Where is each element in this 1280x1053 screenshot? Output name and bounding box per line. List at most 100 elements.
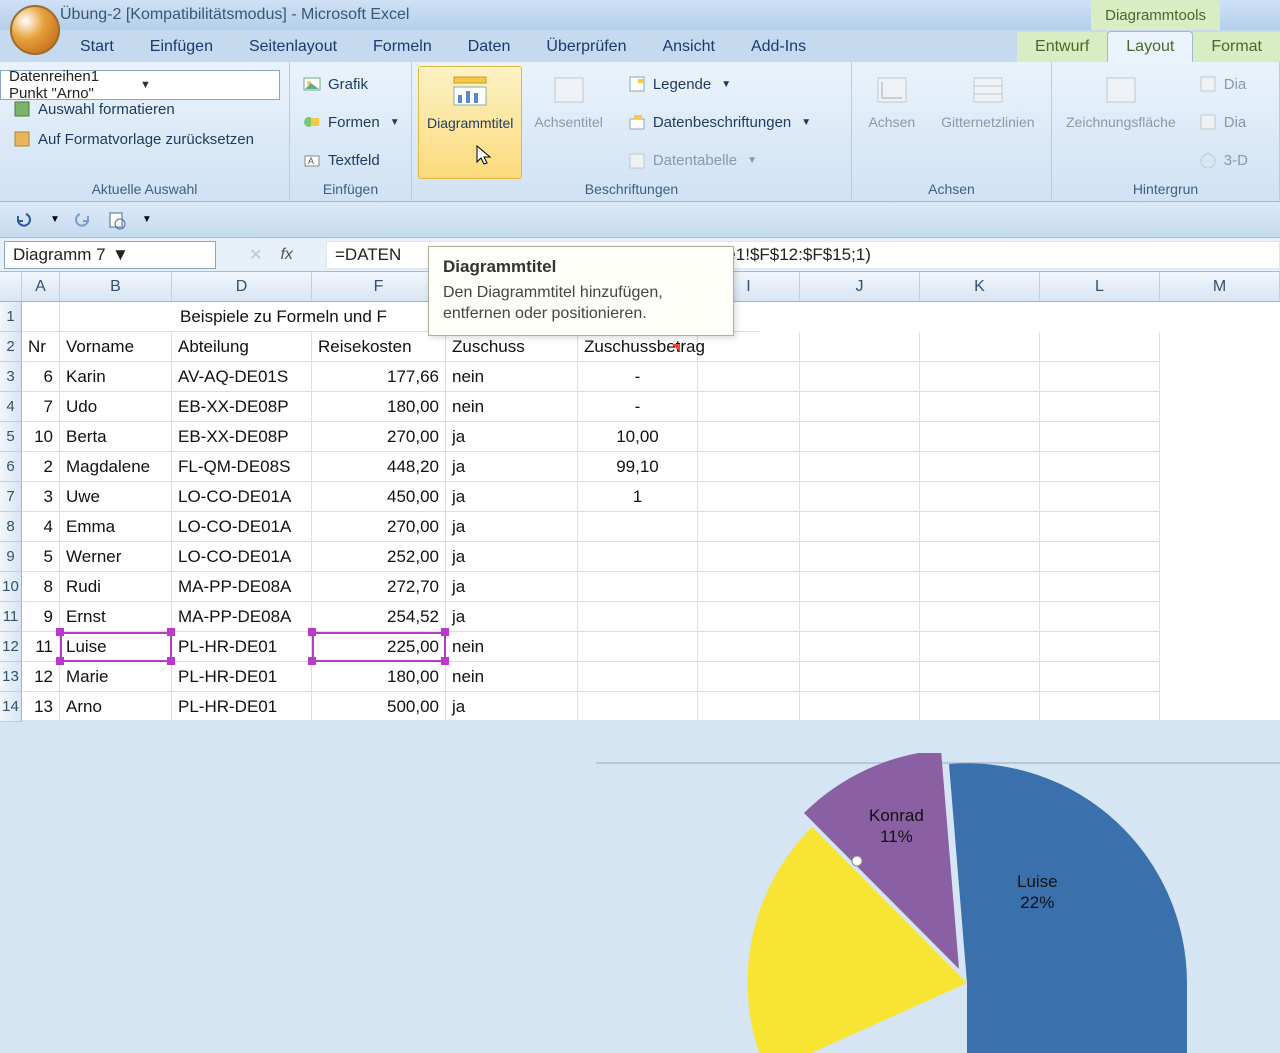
cell[interactable]: 270,00 <box>312 422 446 452</box>
cell[interactable] <box>1040 452 1160 482</box>
cell[interactable]: 1 <box>578 482 698 512</box>
chart-title-button[interactable]: Diagrammtitel <box>418 66 522 179</box>
row-header[interactable]: 6 <box>0 452 22 482</box>
cell[interactable]: Arno <box>60 692 172 722</box>
cell[interactable]: 10 <box>22 422 60 452</box>
row-header[interactable]: 8 <box>0 512 22 542</box>
row-header[interactable]: 5 <box>0 422 22 452</box>
col-header[interactable]: A <box>22 272 60 301</box>
tab-seitenlayout[interactable]: Seitenlayout <box>231 32 355 62</box>
cell[interactable]: 254,52 <box>312 602 446 632</box>
cell[interactable]: 252,00 <box>312 542 446 572</box>
chevron-down-icon[interactable]: ▼ <box>50 214 60 225</box>
undo-button[interactable] <box>12 208 36 232</box>
data-table-button[interactable]: Datentabelle▼ <box>621 148 817 174</box>
cell[interactable] <box>920 482 1040 512</box>
cell[interactable] <box>698 332 800 362</box>
cell[interactable] <box>698 362 800 392</box>
cancel-icon[interactable]: ✕ <box>249 245 262 265</box>
chart-floor-button[interactable]: Dia <box>1192 109 1254 135</box>
cell[interactable] <box>1040 512 1160 542</box>
cell[interactable] <box>1040 392 1160 422</box>
cell[interactable]: EB-XX-DE08P <box>172 392 312 422</box>
cell[interactable]: Uwe <box>60 482 172 512</box>
tab-formeln[interactable]: Formeln <box>355 32 450 62</box>
cell[interactable]: LO-CO-DE01A <box>172 512 312 542</box>
cell[interactable] <box>698 692 800 722</box>
cell[interactable] <box>800 452 920 482</box>
tab-daten[interactable]: Daten <box>450 32 529 62</box>
cell[interactable]: 6 <box>22 362 60 392</box>
cell[interactable] <box>800 362 920 392</box>
worksheet-grid[interactable]: A B D F G H I J K L M 1Beispiele zu Form… <box>0 272 1280 720</box>
cell[interactable]: Marie <box>60 662 172 692</box>
cell[interactable] <box>698 422 800 452</box>
cell[interactable]: 272,70 <box>312 572 446 602</box>
cell[interactable] <box>578 542 698 572</box>
cell[interactable]: 13 <box>22 692 60 722</box>
tab-ansicht[interactable]: Ansicht <box>644 32 732 62</box>
cell[interactable]: 8 <box>22 572 60 602</box>
cell[interactable] <box>698 482 800 512</box>
cell[interactable]: 12 <box>22 662 60 692</box>
cell[interactable] <box>920 602 1040 632</box>
cell[interactable]: - <box>578 392 698 422</box>
row-header[interactable]: 2 <box>0 332 22 362</box>
cell[interactable] <box>800 332 920 362</box>
cell[interactable] <box>800 512 920 542</box>
cell[interactable] <box>1040 632 1160 662</box>
selection-handle[interactable] <box>852 856 862 866</box>
select-all-corner[interactable] <box>0 272 22 301</box>
cell[interactable] <box>22 302 60 332</box>
cell[interactable]: Ernst <box>60 602 172 632</box>
cell[interactable] <box>698 542 800 572</box>
cell[interactable] <box>920 452 1040 482</box>
cell[interactable]: Emma <box>60 512 172 542</box>
header-cell[interactable]: Abteilung <box>172 332 312 362</box>
cell[interactable]: ja <box>446 482 578 512</box>
chevron-down-icon[interactable]: ▼ <box>142 214 152 225</box>
cell[interactable]: - <box>578 362 698 392</box>
cell[interactable] <box>800 422 920 452</box>
cell[interactable] <box>1040 332 1160 362</box>
print-preview-button[interactable] <box>104 208 128 232</box>
cell[interactable]: MA-PP-DE08A <box>172 602 312 632</box>
reset-style-button[interactable]: Auf Formatvorlage zurücksetzen <box>6 126 283 152</box>
cell[interactable] <box>1040 572 1160 602</box>
cell[interactable]: 225,00 <box>312 632 446 662</box>
cell[interactable] <box>1040 542 1160 572</box>
cell[interactable]: nein <box>446 632 578 662</box>
cell[interactable]: AV-AQ-DE01S <box>172 362 312 392</box>
gridlines-button[interactable]: Gitternetzlinien <box>933 66 1042 179</box>
tab-format[interactable]: Format <box>1193 32 1280 62</box>
axis-title-button[interactable]: Achsentitel <box>526 66 610 179</box>
row-header[interactable]: 12 <box>0 632 22 662</box>
cell[interactable]: PL-HR-DE01 <box>172 662 312 692</box>
cell[interactable]: 270,00 <box>312 512 446 542</box>
col-header[interactable]: K <box>920 272 1040 301</box>
cell[interactable]: ja <box>446 452 578 482</box>
cell[interactable] <box>698 392 800 422</box>
row-header[interactable]: 13 <box>0 662 22 692</box>
cell[interactable] <box>698 602 800 632</box>
header-cell[interactable]: Vorname <box>60 332 172 362</box>
cell[interactable] <box>1040 482 1160 512</box>
cell[interactable] <box>698 512 800 542</box>
cell[interactable]: 10,00 <box>578 422 698 452</box>
cell[interactable]: PL-HR-DE01 <box>172 632 312 662</box>
cell[interactable] <box>920 692 1040 722</box>
cell[interactable] <box>920 662 1040 692</box>
cell[interactable]: nein <box>446 392 578 422</box>
cell[interactable]: EB-XX-DE08P <box>172 422 312 452</box>
cell[interactable]: LO-CO-DE01A <box>172 542 312 572</box>
cell[interactable] <box>800 692 920 722</box>
cell[interactable] <box>920 632 1040 662</box>
cell[interactable]: Magdalene <box>60 452 172 482</box>
cell[interactable] <box>800 602 920 632</box>
chart-element-selector[interactable]: Datenreihen1 Punkt "Arno" ▼ <box>0 70 280 100</box>
row-header[interactable]: 7 <box>0 482 22 512</box>
cell[interactable] <box>578 512 698 542</box>
cell[interactable]: 5 <box>22 542 60 572</box>
cell[interactable] <box>1040 692 1160 722</box>
cell[interactable]: Luise <box>60 632 172 662</box>
